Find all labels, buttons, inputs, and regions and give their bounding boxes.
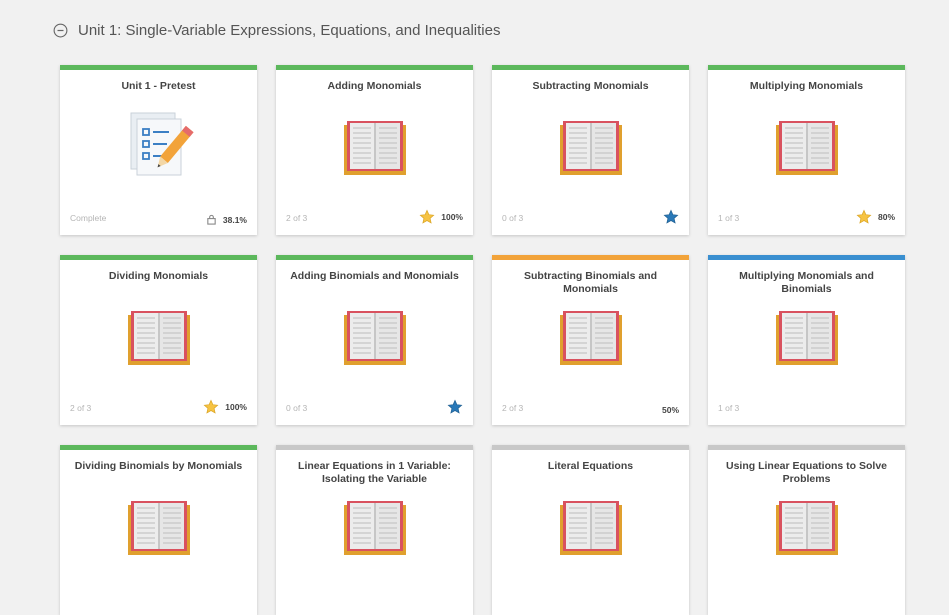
score-text: 50% (661, 405, 679, 415)
lesson-art (60, 307, 257, 373)
score-area: 80% (856, 209, 895, 225)
lesson-title: Linear Equations in 1 Variable: Isolatin… (298, 460, 451, 485)
lesson-title: Adding Monomials (327, 80, 422, 92)
score-text: 38.1% (222, 214, 247, 225)
status-bar (60, 65, 257, 70)
status-bar (492, 255, 689, 260)
lesson-art (492, 117, 689, 183)
lesson-art (276, 117, 473, 183)
score-text: 100% (441, 212, 463, 222)
book-icon (127, 501, 190, 555)
lesson-art (60, 109, 257, 181)
unit-title: Unit 1: Single-Variable Expressions, Equ… (78, 22, 501, 39)
unit-header[interactable]: Unit 1: Single-Variable Expressions, Equ… (53, 22, 500, 39)
progress-text: 2 of 3 (286, 213, 308, 223)
book-icon (775, 121, 838, 175)
status-bar (60, 445, 257, 450)
lesson-card[interactable]: Linear Equations in 1 Variable: Isolatin… (276, 445, 473, 615)
status-bar (276, 255, 473, 260)
status-bar (60, 255, 257, 260)
star-yellow-icon (856, 209, 872, 224)
book-icon (559, 121, 622, 175)
lesson-title: Unit 1 - Pretest (121, 80, 196, 92)
progress-text: 2 of 3 (502, 403, 524, 413)
collapse-circle-icon[interactable] (53, 23, 68, 38)
lesson-title: Literal Equations (547, 460, 634, 472)
lesson-title: Subtracting Monomials (532, 80, 649, 92)
status-bar (492, 65, 689, 70)
lesson-card[interactable]: Subtracting Binomials and Monomials 2 of … (492, 255, 689, 425)
score-text: 80% (877, 212, 895, 222)
lesson-title: Dividing Monomials (108, 270, 209, 282)
status-bar (708, 445, 905, 450)
book-icon (127, 311, 190, 365)
lesson-title: Subtracting Binomials and Monomials (523, 270, 657, 295)
star-blue-icon (663, 209, 679, 224)
progress-text: 2 of 3 (70, 403, 92, 413)
score-area: 100% (203, 399, 247, 415)
progress-text: 0 of 3 (286, 403, 308, 413)
lesson-title: Using Linear Equations to Solve Problems (725, 460, 888, 485)
lesson-card[interactable]: Adding Binomials and Monomials 0 of 3 (276, 255, 473, 425)
lesson-card[interactable]: Dividing Binomials by Monomials (60, 445, 257, 615)
lesson-title: Adding Binomials and Monomials (290, 270, 459, 282)
book-icon (775, 501, 838, 555)
progress-text: 1 of 3 (718, 213, 740, 223)
lesson-art (708, 497, 905, 563)
pretest-clipboard-icon (130, 112, 194, 176)
score-text: 100% (225, 402, 247, 412)
star-yellow-icon (203, 399, 219, 414)
lesson-card[interactable]: Multiplying Monomials and Binomials 1 of … (708, 255, 905, 425)
book-icon (775, 311, 838, 365)
book-icon (559, 311, 622, 365)
lesson-card[interactable]: Unit 1 - Pretest Complete 38.1% (60, 65, 257, 235)
lesson-card[interactable]: Adding Monomials 2 of 3 100% (276, 65, 473, 235)
lesson-card[interactable]: Literal Equations (492, 445, 689, 615)
lesson-art (492, 497, 689, 563)
lock-icon (207, 214, 216, 225)
score-area (447, 399, 463, 415)
score-area: 100% (419, 209, 463, 225)
lesson-title: Multiplying Monomials (749, 80, 864, 92)
progress-text: 0 of 3 (502, 213, 524, 223)
lesson-art (276, 497, 473, 563)
book-icon (343, 501, 406, 555)
star-blue-icon (447, 399, 463, 414)
lesson-card[interactable]: Using Linear Equations to Solve Problems (708, 445, 905, 615)
progress-text: Complete (70, 213, 107, 223)
lesson-grid: Unit 1 - Pretest Complete 38.1% Adding Mono… (60, 65, 905, 615)
star-yellow-icon (419, 209, 435, 224)
book-icon (559, 501, 622, 555)
book-icon (343, 311, 406, 365)
progress-text: 1 of 3 (718, 403, 740, 413)
status-bar (708, 65, 905, 70)
lesson-art (60, 497, 257, 563)
score-area: 50% (662, 405, 679, 415)
status-bar (708, 255, 905, 260)
lesson-card[interactable]: Dividing Monomials 2 of 3 100% (60, 255, 257, 425)
lesson-art (276, 307, 473, 373)
lesson-card[interactable]: Subtracting Monomials 0 of 3 (492, 65, 689, 235)
book-icon (343, 121, 406, 175)
status-bar (276, 445, 473, 450)
score-area (663, 209, 679, 225)
lesson-title: Dividing Binomials by Monomials (74, 460, 243, 472)
status-bar (276, 65, 473, 70)
score-area: 38.1% (206, 214, 247, 225)
lesson-art (708, 117, 905, 183)
lesson-card[interactable]: Multiplying Monomials 1 of 3 80% (708, 65, 905, 235)
lesson-art (492, 307, 689, 373)
lesson-title: Multiplying Monomials and Binomials (739, 270, 874, 295)
status-bar (492, 445, 689, 450)
lesson-art (708, 307, 905, 373)
